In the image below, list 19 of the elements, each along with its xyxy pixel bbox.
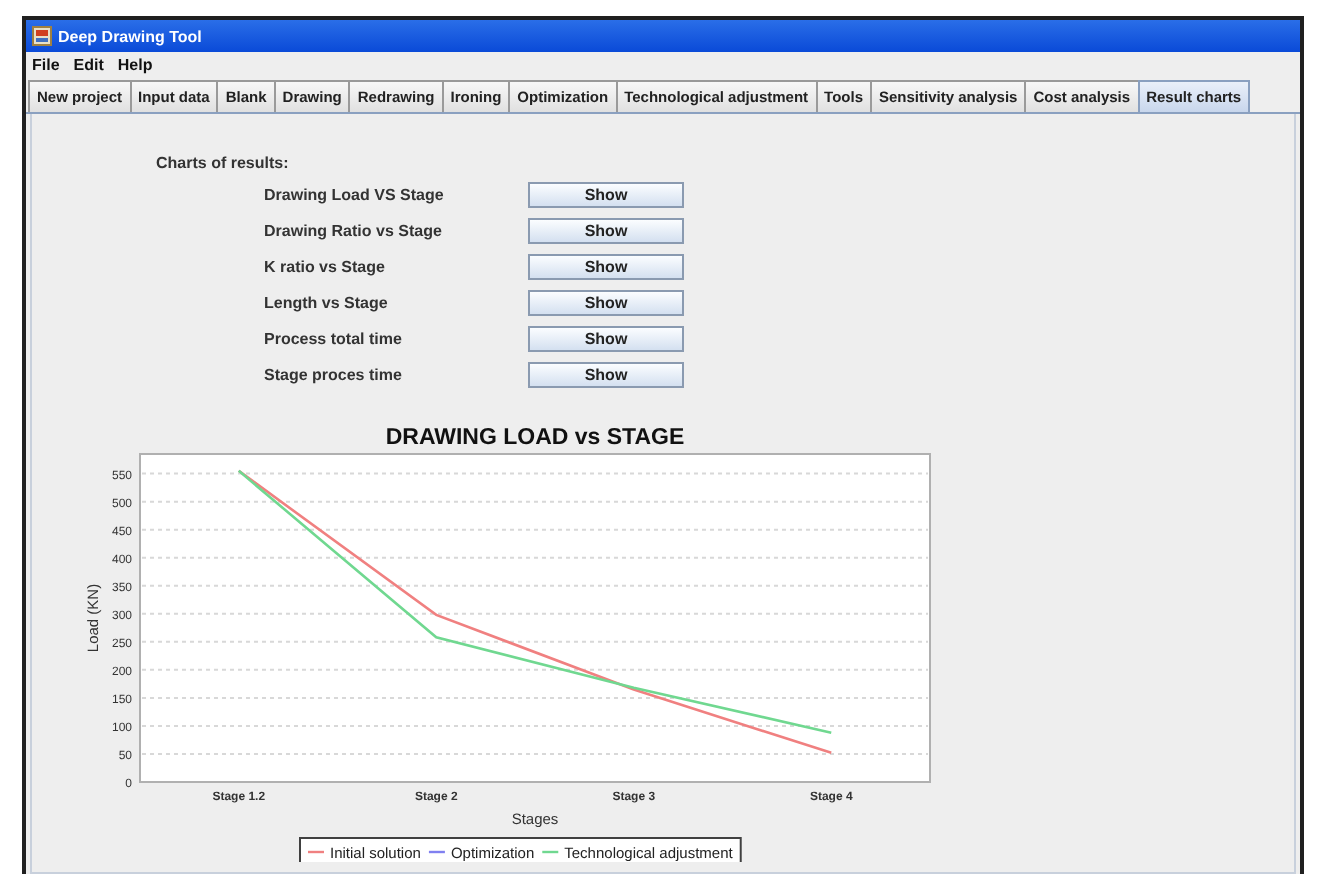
window-title: Deep Drawing Tool <box>58 27 202 45</box>
show-button[interactable]: Show <box>528 326 684 352</box>
show-button[interactable]: Show <box>528 254 684 280</box>
show-button[interactable]: Show <box>528 218 684 244</box>
chart-label: Length vs Stage <box>264 294 390 312</box>
menu-item[interactable]: Edit <box>73 56 104 74</box>
menu-item[interactable]: File <box>32 56 60 74</box>
section-heading: Charts of results: <box>156 154 291 172</box>
show-button[interactable]: Show <box>528 182 684 208</box>
show-button[interactable]: Show <box>528 362 684 388</box>
show-button[interactable]: Show <box>528 290 684 316</box>
menu-item[interactable]: Help <box>117 56 153 74</box>
chart-label: K ratio vs Stage <box>264 258 387 276</box>
chart-label: Drawing Ratio vs Stage <box>264 222 444 240</box>
chart-title: DRAWING LOAD vs STAGE <box>385 426 685 450</box>
chart-label: Stage proces time <box>264 366 404 384</box>
chart-label: Process total time <box>264 330 404 348</box>
chart-label: Drawing Load VS Stage <box>264 186 446 204</box>
app-icon <box>32 26 52 46</box>
